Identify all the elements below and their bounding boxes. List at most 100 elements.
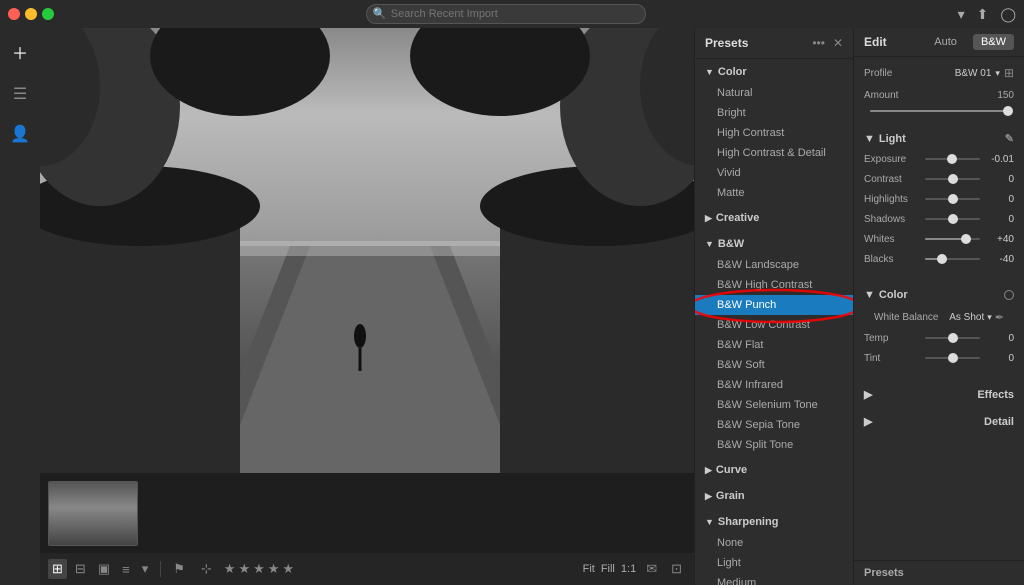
presets-section-bw-header[interactable]: ▼ B&W [695,233,853,255]
user-icon[interactable]: ◯ [1000,6,1016,23]
star-2[interactable]: ★ [238,561,250,577]
temp-slider[interactable] [925,331,980,345]
preset-bw-soft[interactable]: B&W Soft [695,355,853,375]
edit-section-color-header[interactable]: ▼ Color [854,284,1024,306]
preset-high-contrast-detail[interactable]: High Contrast & Detail [695,143,853,163]
view-grid-button[interactable]: ⊞ [48,559,67,579]
highlights-slider[interactable] [925,192,980,206]
chevron-right-icon-3: ▶ [705,491,712,502]
minimize-button[interactable] [25,8,37,20]
highlights-thumb[interactable] [948,194,958,204]
contrast-thumb[interactable] [948,174,958,184]
zoom-fill[interactable]: Fill [601,563,615,575]
blacks-thumb[interactable] [937,254,947,264]
contrast-slider[interactable] [925,172,980,186]
edit-panel-header: Edit Auto B&W [854,28,1024,57]
view-buttons: ⊞ ⊟ ▣ ≡ ▾ [48,559,152,579]
shadows-slider[interactable] [925,212,980,226]
preset-bw-high-contrast[interactable]: B&W High Contrast [695,275,853,295]
profile-dropdown-icon[interactable]: ▾ [995,68,1000,79]
share-icon[interactable]: ⬆ [977,6,989,23]
profile-dots-icon[interactable]: ⊞ [1004,66,1014,80]
view-menu-button[interactable]: ≡ [118,560,134,579]
sidebar-icon-user[interactable]: 👤 [6,120,34,148]
whites-thumb[interactable] [961,234,971,244]
edit-section-light-header[interactable]: ▼ Light ✎ [854,127,1024,150]
amount-thumb[interactable] [1003,106,1013,116]
star-5[interactable]: ★ [282,561,294,577]
exposure-thumb[interactable] [947,154,957,164]
preset-bw-selenium[interactable]: B&W Selenium Tone [695,395,853,415]
presets-options-icon[interactable]: ••• [812,36,825,50]
preset-bw-split[interactable]: B&W Split Tone [695,435,853,455]
edit-section-effects-header[interactable]: ▶ Effects [854,383,1024,406]
section-grain-label: Grain [716,490,745,502]
star-3[interactable]: ★ [253,561,265,577]
info-button[interactable]: ⊹ [197,559,216,579]
edit-panel-footer[interactable]: Presets [854,560,1024,585]
shadows-thumb[interactable] [948,214,958,224]
star-4[interactable]: ★ [268,561,280,577]
preset-sharpening-none[interactable]: None [695,533,853,553]
temp-thumb[interactable] [948,333,958,343]
highlights-label: Highlights [864,194,919,205]
blacks-slider[interactable] [925,252,980,266]
tint-thumb[interactable] [948,353,958,363]
maximize-button[interactable] [42,8,54,20]
preset-bw-flat[interactable]: B&W Flat [695,335,853,355]
wb-value-text: As Shot [949,312,984,323]
zoom-1-1[interactable]: 1:1 [621,563,636,575]
whites-slider[interactable] [925,232,980,246]
preset-bw-sepia[interactable]: B&W Sepia Tone [695,415,853,435]
wb-dropdown-icon[interactable]: ▾ [987,312,992,323]
tint-slider[interactable] [925,351,980,365]
filter-icon[interactable]: ▾ [958,6,965,23]
sidebar-icon-add[interactable]: ＋ [8,36,32,68]
view-square-button[interactable]: ▣ [94,559,114,579]
exposure-row: Exposure -0.01 [864,152,1014,166]
preset-bw-low-contrast[interactable]: B&W Low Contrast [695,315,853,335]
section-sharpening-label: Sharpening [718,516,779,528]
film-thumb-1[interactable] [48,481,138,546]
presets-section-sharpening: ▼ Sharpening None Light Medium [695,509,853,585]
edit-section-detail-header[interactable]: ▶ Detail [854,410,1024,433]
close-button[interactable] [8,8,20,20]
view-chevron-button[interactable]: ▾ [138,559,153,579]
crop-icon[interactable]: ⊡ [667,559,686,579]
preset-sharpening-medium[interactable]: Medium [695,573,853,585]
preset-bw-infrared[interactable]: B&W Infrared [695,375,853,395]
presets-section-sharpening-header[interactable]: ▼ Sharpening [695,511,853,533]
preset-high-contrast[interactable]: High Contrast [695,123,853,143]
presets-header: Presets ••• ✕ [695,28,853,59]
exposure-slider[interactable] [925,152,980,166]
light-edit-icon[interactable]: ✎ [1005,132,1014,145]
edit-scroll[interactable]: Profile B&W 01 ▾ ⊞ Amount 150 [854,57,1024,560]
preset-bw-landscape[interactable]: B&W Landscape [695,255,853,275]
mail-icon[interactable]: ✉ [642,559,661,579]
contrast-row: Contrast 0 [864,172,1014,186]
presets-section-bw: ▼ B&W B&W Landscape B&W High Contrast B&… [695,231,853,457]
edit-tab-bw[interactable]: B&W [973,34,1014,50]
preset-vivid[interactable]: Vivid [695,163,853,183]
preset-bw-punch[interactable]: B&W Punch [695,295,853,315]
flag-button[interactable]: ⚑ [169,559,189,579]
amount-slider[interactable] [870,104,1008,118]
search-input[interactable] [366,4,646,24]
shadows-label: Shadows [864,214,919,225]
star-1[interactable]: ★ [224,561,236,577]
preset-sharpening-light[interactable]: Light [695,553,853,573]
edit-tab-auto[interactable]: Auto [926,34,965,50]
preset-bright[interactable]: Bright [695,103,853,123]
presets-section-curve-header[interactable]: ▶ Curve [695,459,853,481]
preset-matte[interactable]: Matte [695,183,853,203]
presets-section-color-header[interactable]: ▼ Color [695,61,853,83]
view-list-button[interactable]: ⊟ [71,559,90,579]
sidebar-icon-menu[interactable]: ☰ [9,80,31,108]
presets-section-creative-header[interactable]: ▶ Creative [695,207,853,229]
presets-scroll[interactable]: ▼ Color Natural Bright High Contrast Hig… [695,59,853,585]
presets-section-grain-header[interactable]: ▶ Grain [695,485,853,507]
preset-natural[interactable]: Natural [695,83,853,103]
wb-eyedropper-icon[interactable]: ✒ [995,311,1004,324]
presets-close-icon[interactable]: ✕ [833,36,843,50]
zoom-fit[interactable]: Fit [583,563,595,575]
